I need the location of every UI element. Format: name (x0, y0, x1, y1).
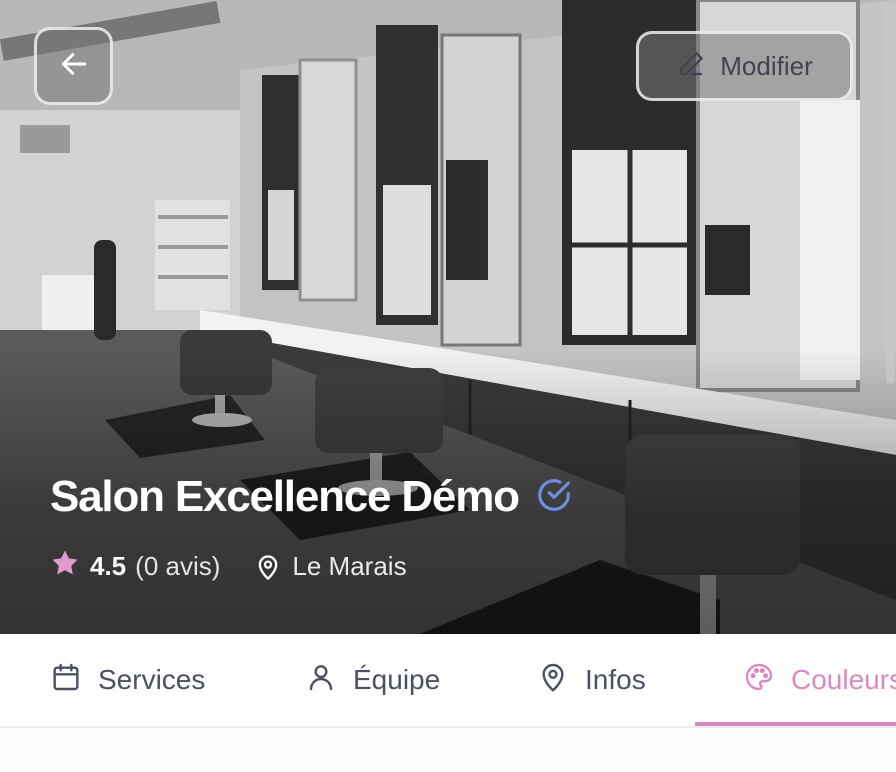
tab-services[interactable]: Services (50, 634, 205, 726)
map-pin-icon (254, 553, 282, 581)
tab-bar: Services Équipe Infos Couleurs (0, 634, 896, 728)
hero-image: Modifier Salon Excellence Démo 4.5 (0 av… (0, 0, 896, 634)
salon-meta: 4.5 (0 avis) Le Marais (50, 548, 407, 585)
tab-services-label: Services (98, 664, 206, 695)
salon-name: Salon Excellence Démo (50, 472, 520, 521)
star-icon (50, 548, 80, 585)
palette-icon (743, 661, 775, 700)
tab-team[interactable]: Équipe (305, 634, 440, 726)
active-tab-indicator (695, 722, 896, 726)
pencil-icon (676, 49, 706, 84)
review-count: (0 avis) (135, 551, 221, 581)
verified-check-icon (535, 476, 573, 519)
rating-value: 4.5 (90, 551, 127, 581)
user-icon (305, 661, 337, 700)
back-button[interactable] (34, 27, 113, 105)
salon-location: Le Marais (292, 551, 407, 581)
page-scrollbar[interactable] (886, 4, 895, 384)
calendar-icon (50, 661, 82, 700)
salon-title-row: Salon Excellence Démo (50, 472, 573, 522)
edit-button-label: Modifier (720, 50, 813, 81)
map-pin-icon (537, 661, 569, 700)
tab-colors-label: Couleurs (791, 664, 896, 695)
tab-colors[interactable]: Couleurs (743, 634, 896, 726)
content-area (0, 728, 896, 772)
tab-team-label: Équipe (353, 664, 441, 695)
arrow-left-icon (58, 48, 90, 85)
tab-infos[interactable]: Infos (537, 634, 646, 726)
tab-infos-label: Infos (585, 664, 646, 695)
edit-button[interactable]: Modifier (636, 31, 853, 101)
